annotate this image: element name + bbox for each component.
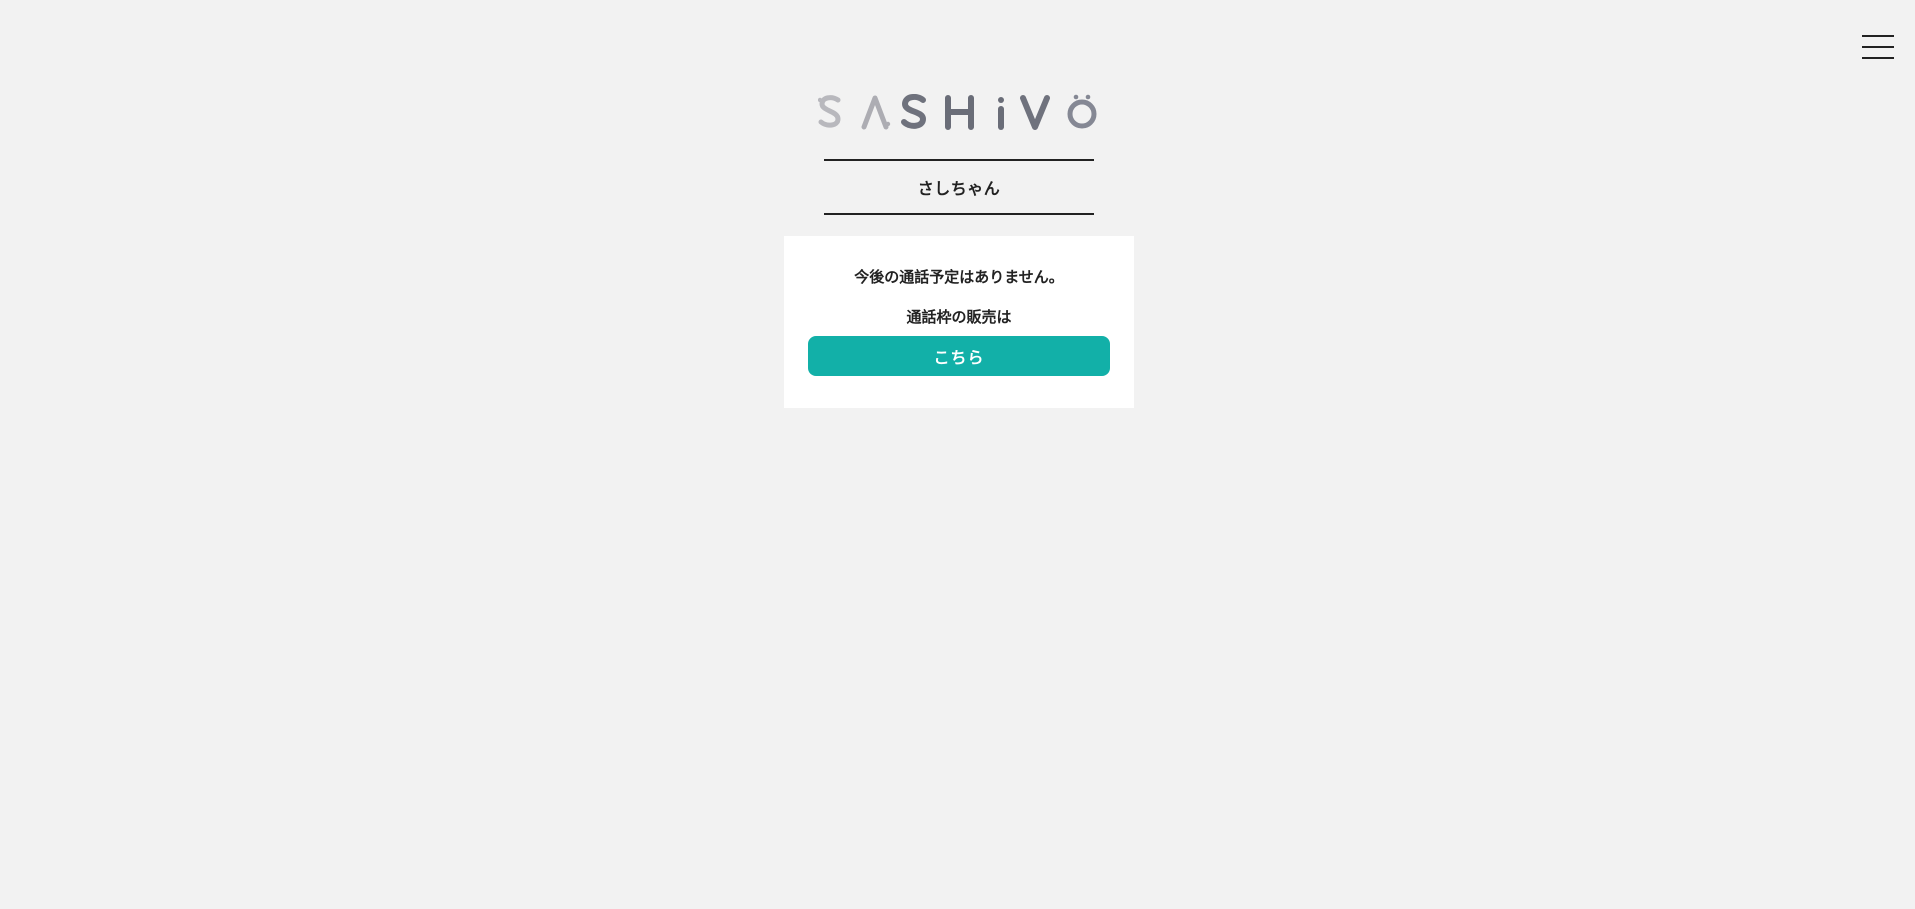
creator-name: さしちゃん [917,179,1001,198]
creator-name-block: さしちゃん [824,159,1094,215]
hamburger-menu-icon[interactable] [1862,35,1894,61]
slot-sale-text: 通話枠の販売は [906,308,1012,326]
schedule-card: 今後の通話予定はありません。 通話枠の販売は こちら [784,236,1134,408]
menu-bar [1862,46,1894,48]
no-schedule-message: 今後の通話予定はありません。 [854,268,1064,286]
menu-bar [1862,57,1894,59]
logo-graphic [818,94,1097,130]
slot-sale-link-button[interactable]: こちら [808,336,1110,376]
sashivo-logo[interactable] [818,94,1100,130]
menu-bar [1862,35,1894,37]
